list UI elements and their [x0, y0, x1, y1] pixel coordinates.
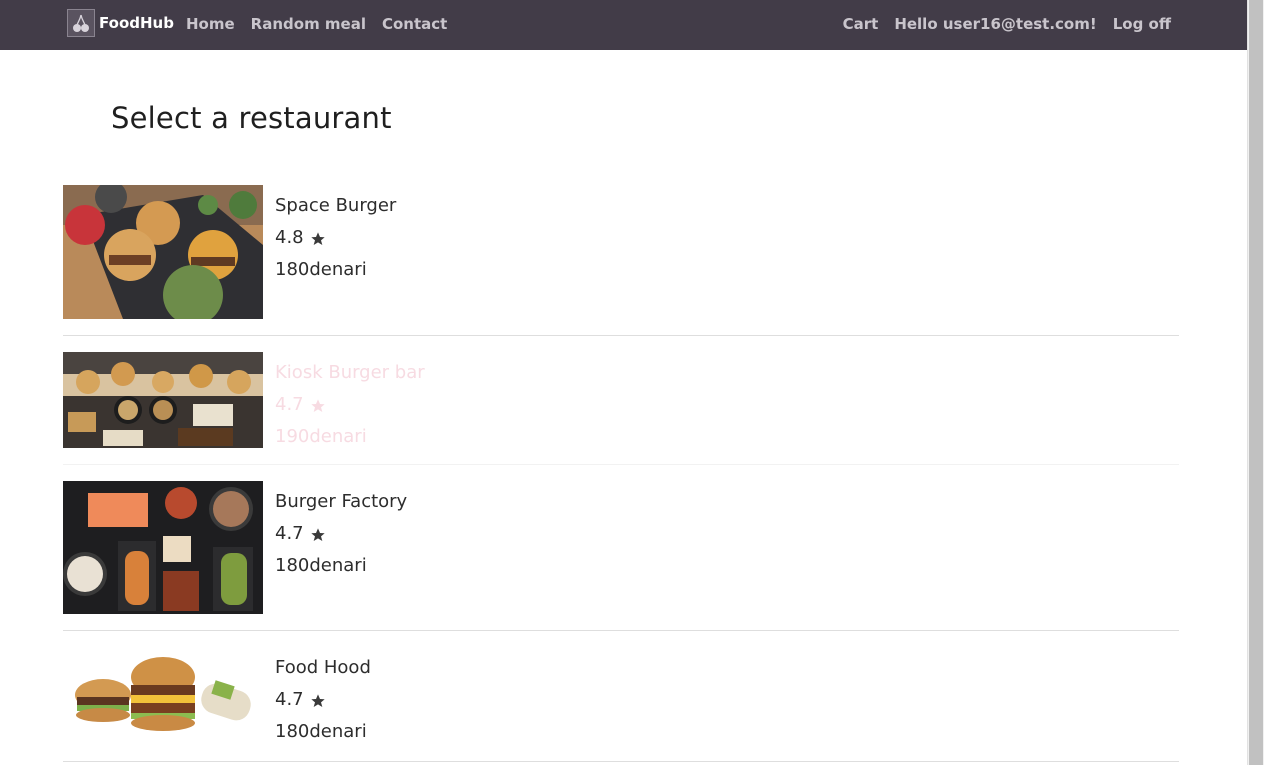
nav-random-meal[interactable]: Random meal [251, 15, 366, 33]
restaurant-item-burger-factory[interactable]: Burger Factory 4.7 180denari [63, 465, 1179, 631]
restaurant-item-kiosk-burger-bar[interactable]: Kiosk Burger bar 4.7 190denari [63, 336, 1179, 465]
brand-link[interactable]: FoodHub [67, 9, 174, 37]
nav-log-off[interactable]: Log off [1113, 15, 1171, 33]
restaurant-image[interactable] [63, 185, 263, 319]
nav-home[interactable]: Home [186, 15, 235, 33]
restaurant-price: 180denari [275, 721, 367, 742]
restaurant-name[interactable]: Space Burger [275, 196, 396, 216]
page-title: Select a restaurant [111, 101, 392, 135]
restaurant-info: Space Burger 4.8 180denari [275, 185, 396, 280]
restaurant-image[interactable] [63, 352, 263, 448]
restaurant-rating: 4.7 [275, 395, 425, 415]
restaurant-rating: 4.8 [275, 228, 396, 248]
star-icon [310, 694, 325, 707]
star-icon [310, 399, 325, 412]
restaurant-info: Kiosk Burger bar 4.7 190denari [275, 352, 425, 447]
nav-user-greeting[interactable]: Hello user16@test.com! [894, 15, 1096, 33]
rating-value: 4.7 [275, 394, 304, 415]
brand-name: FoodHub [99, 14, 174, 32]
rating-value: 4.8 [275, 227, 304, 248]
restaurant-name[interactable]: Burger Factory [275, 492, 407, 512]
restaurant-price: 190denari [275, 426, 367, 447]
cherry-icon [67, 9, 95, 37]
restaurant-name[interactable]: Food Hood [275, 658, 371, 678]
restaurant-rating: 4.7 [275, 524, 407, 544]
restaurant-info: Burger Factory 4.7 180denari [275, 481, 407, 576]
rating-value: 4.7 [275, 523, 304, 544]
browser-viewport: FoodHub Home Random meal Contact Cart He… [0, 0, 1264, 765]
scrollbar-thumb[interactable] [1249, 0, 1263, 765]
rating-value: 4.7 [275, 689, 304, 710]
restaurant-item-food-hood[interactable]: Food Hood 4.7 180denari [63, 631, 1179, 762]
top-navbar: FoodHub Home Random meal Contact Cart He… [0, 0, 1247, 50]
nav-right-links: Cart Hello user16@test.com! Log off [827, 15, 1171, 33]
restaurant-list: Space Burger 4.8 180denari Kiosk Burger … [63, 168, 1179, 762]
restaurant-price: 180denari [275, 555, 367, 576]
restaurant-rating: 4.7 [275, 690, 371, 710]
restaurant-price: 180denari [275, 259, 367, 280]
restaurant-image[interactable] [63, 481, 263, 614]
restaurant-info: Food Hood 4.7 180denari [275, 647, 371, 742]
restaurant-image[interactable] [63, 647, 263, 745]
restaurant-item-space-burger[interactable]: Space Burger 4.8 180denari [63, 168, 1179, 336]
star-icon [310, 232, 325, 245]
restaurant-name[interactable]: Kiosk Burger bar [275, 363, 425, 383]
nav-cart[interactable]: Cart [843, 15, 879, 33]
star-icon [310, 528, 325, 541]
nav-left-links: Home Random meal Contact [186, 15, 463, 33]
nav-contact[interactable]: Contact [382, 15, 447, 33]
vertical-scrollbar[interactable] [1247, 0, 1264, 765]
